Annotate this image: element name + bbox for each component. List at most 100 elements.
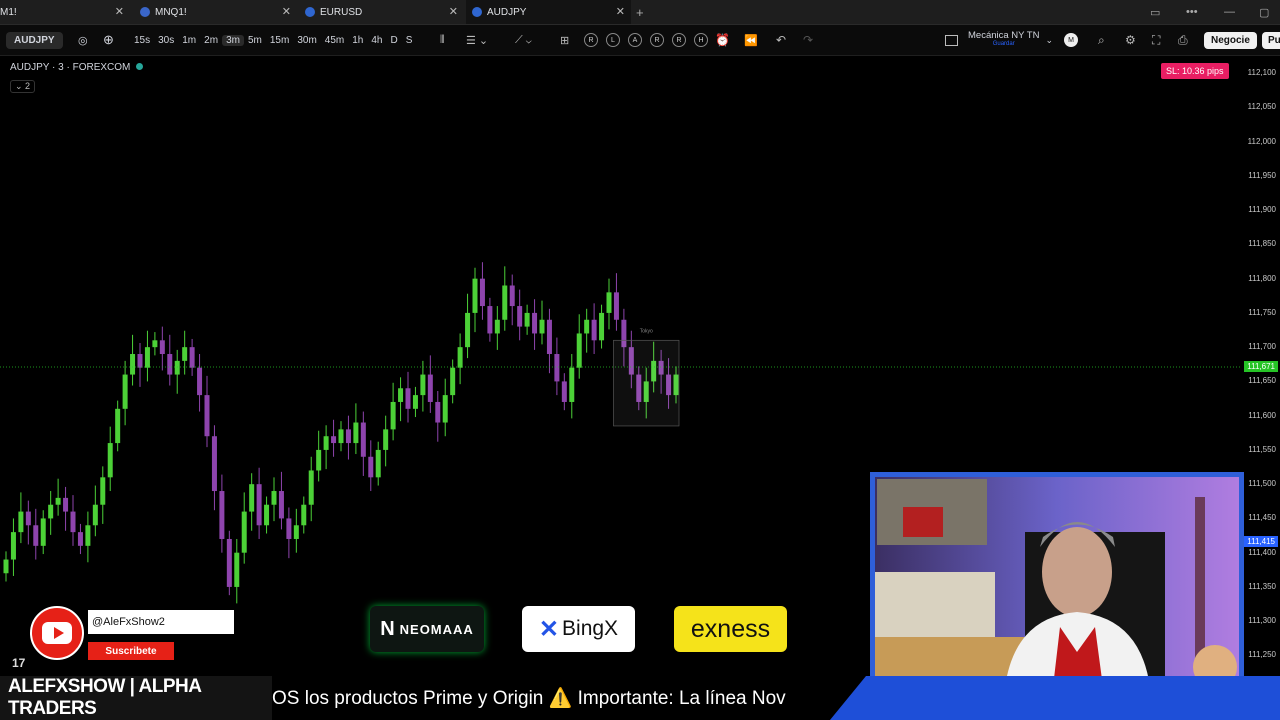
candle-body xyxy=(278,491,284,519)
timeframe-45m[interactable]: 45m xyxy=(321,35,348,46)
tab-audjpy[interactable]: AUDJPY ✕ xyxy=(466,0,631,24)
price-tick: 111,450 xyxy=(1248,513,1276,523)
close-icon[interactable]: ✕ xyxy=(115,5,124,18)
more-icon[interactable]: ••• xyxy=(1186,0,1198,24)
avatar[interactable]: M xyxy=(1064,25,1078,55)
candle-body xyxy=(10,532,16,560)
new-tab-button[interactable]: + xyxy=(636,0,650,24)
collapse-indicators-button[interactable]: ⌄ 2 xyxy=(10,80,36,93)
replay-letter-button[interactable]: A xyxy=(628,33,642,47)
layout-icon[interactable]: ▭ xyxy=(1150,0,1160,24)
candle-body xyxy=(115,408,121,444)
replay-letter-button[interactable]: L xyxy=(606,33,620,47)
sponsor-label: NEOMAAA xyxy=(399,621,474,637)
candle-body xyxy=(457,347,463,368)
candle-body xyxy=(264,504,270,526)
tab-label: MNQ1! xyxy=(155,6,187,18)
chart-type-icon[interactable]: ☰ ⌄ xyxy=(466,25,488,55)
gear-icon[interactable]: ⚙ xyxy=(1125,25,1136,55)
candle-body xyxy=(107,443,113,478)
candle-body xyxy=(234,552,240,587)
timeframe-30s[interactable]: 30s xyxy=(154,35,178,46)
chart-toolbar: AUDJPY ◎ ⊕ 15s 30s 1m 2m 3m 5m 15m 30m 45m 1h 4h D S… xyxy=(0,25,1280,56)
search-icon[interactable]: ⌕ xyxy=(1098,25,1105,55)
candles-icon[interactable]: ⫴ xyxy=(440,25,445,55)
timeframe-3m[interactable]: 3m xyxy=(222,34,244,46)
candle-body xyxy=(293,525,299,539)
timeframe-D[interactable]: D xyxy=(386,35,401,46)
camera-icon[interactable]: ⎙ xyxy=(1178,25,1188,55)
price-tick: 111,600 xyxy=(1248,410,1276,420)
candle-body xyxy=(539,319,545,334)
close-icon[interactable]: ✕ xyxy=(282,5,291,18)
candle-body xyxy=(502,285,508,320)
symbol-search-button[interactable]: AUDJPY xyxy=(6,31,63,49)
timeframe-30m[interactable]: 30m xyxy=(293,35,320,46)
redo-icon[interactable]: ↷ xyxy=(803,25,813,55)
tradingview-logo-icon: 17 xyxy=(12,656,26,670)
session-box[interactable] xyxy=(613,339,680,427)
price-axis[interactable]: 112,100 112,050 112,000 111,950 111,900 111,8… xyxy=(1240,56,1280,676)
timeframe-1h[interactable]: 1h xyxy=(348,35,367,46)
candle-body xyxy=(85,525,91,546)
minimize-icon[interactable]: — xyxy=(1224,0,1235,24)
layout-selector[interactable]: Mecánica NY TN Guardar ⌄ xyxy=(945,25,1053,55)
channel-handle: @AleFxShow2 xyxy=(88,610,234,634)
candle-body xyxy=(316,449,322,471)
candle-body xyxy=(591,319,597,341)
candle-body xyxy=(77,532,83,546)
replay-letter-button[interactable]: R xyxy=(650,33,664,47)
maximize-icon[interactable]: ▢ xyxy=(1259,0,1269,24)
candle-body xyxy=(256,484,262,526)
replay-letter-button[interactable]: H xyxy=(694,33,708,47)
add-symbol-icon[interactable]: ⊕ xyxy=(103,25,114,55)
close-icon[interactable]: ✕ xyxy=(449,5,458,18)
price-tick: 111,650 xyxy=(1248,376,1276,386)
tab-mnq1[interactable]: MNQ1! ✕ xyxy=(132,0,297,24)
alert-icon[interactable]: ⏰ xyxy=(715,25,730,55)
indicators-icon[interactable]: ⟋ ⌄ xyxy=(515,25,532,55)
timeframe-2m[interactable]: 2m xyxy=(200,35,222,46)
sponsor-neomaaa: N NEOMAAA xyxy=(370,606,484,652)
tab-m1[interactable]: M1! ✕ xyxy=(0,0,130,24)
layout-icon xyxy=(945,34,958,46)
candle-body xyxy=(487,306,493,334)
candle-body xyxy=(554,354,560,382)
candle-body xyxy=(412,395,418,409)
compare-icon[interactable]: ◎ xyxy=(78,25,88,55)
session-box-label: Tokyo xyxy=(640,328,653,334)
close-icon[interactable]: ✕ xyxy=(616,5,625,18)
trade-button[interactable]: Negocie xyxy=(1204,31,1257,49)
fullscreen-icon[interactable]: ⛶ xyxy=(1152,25,1160,55)
currency-icon xyxy=(305,7,315,17)
replay-letter-button[interactable]: R xyxy=(672,33,686,47)
symbol-legend[interactable]: AUDJPY · 3 · FOREXCOM xyxy=(10,62,144,73)
timeframe-1m[interactable]: 1m xyxy=(178,35,200,46)
timeframe-4h[interactable]: 4h xyxy=(367,35,386,46)
candle-body xyxy=(338,429,344,444)
tab-label: AUDJPY xyxy=(487,6,527,18)
replay-icon[interactable]: ⏪ xyxy=(744,25,758,55)
replay-letter-button[interactable]: R xyxy=(584,33,598,47)
candle-body xyxy=(197,367,203,396)
candle-body xyxy=(599,312,605,341)
flag-icon xyxy=(140,7,150,17)
timeframe-list: 15s 30s 1m 2m 3m 5m 15m 30m 45m 1h 4h D S xyxy=(130,25,416,55)
templates-icon[interactable]: ⊞ xyxy=(560,25,569,55)
layout-save-label: Guardar xyxy=(992,41,1015,47)
tab-label: M1! xyxy=(0,6,17,18)
candle-body xyxy=(420,374,426,396)
timeframe-S[interactable]: S xyxy=(402,35,417,46)
candle-body xyxy=(398,388,404,402)
publish-button[interactable]: Pu xyxy=(1262,31,1280,49)
timeframe-15s[interactable]: 15s xyxy=(130,35,154,46)
timeframe-5m[interactable]: 5m xyxy=(244,35,266,46)
candle-body xyxy=(427,374,433,402)
undo-icon[interactable]: ↶ xyxy=(776,25,786,55)
price-label: 111,671 xyxy=(1244,361,1278,373)
timeframe-15m[interactable]: 15m xyxy=(266,35,293,46)
tab-eurusd[interactable]: EURUSD ✕ xyxy=(299,0,464,24)
candle-body xyxy=(211,436,217,492)
candle-body xyxy=(204,395,210,437)
candle-body xyxy=(465,312,471,348)
